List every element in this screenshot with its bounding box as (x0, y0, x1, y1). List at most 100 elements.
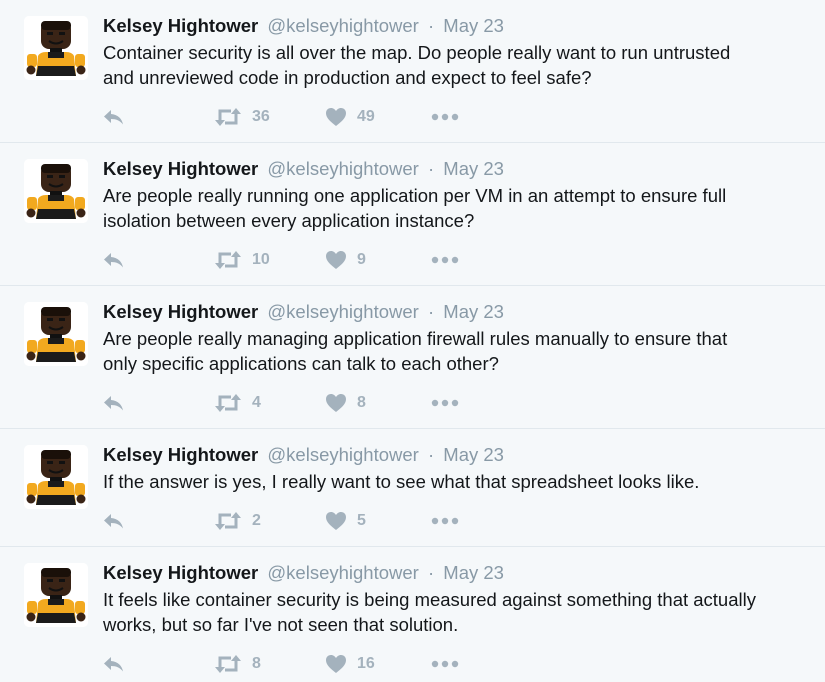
more-button[interactable] (431, 652, 459, 676)
tweet-text-line: and unreviewed code in production and ex… (103, 67, 592, 88)
tweet-content: Kelsey Hightower @kelseyhightower · May … (103, 300, 805, 376)
reply-button[interactable] (103, 248, 125, 272)
reply-button[interactable] (103, 652, 125, 676)
avatar[interactable] (24, 16, 88, 80)
tweet-username[interactable]: @kelseyhightower (267, 301, 418, 322)
reply-icon (103, 512, 125, 530)
tweet-text: Are people really managing application f… (103, 326, 805, 376)
tweet-header: Kelsey Hightower @kelseyhightower · May … (103, 443, 805, 467)
tweet-fullname[interactable]: Kelsey Hightower (103, 301, 258, 322)
like-count: 9 (357, 251, 366, 268)
separator-dot: · (427, 301, 435, 322)
tweet-username[interactable]: @kelseyhightower (267, 562, 418, 583)
tweet-text-line: isolation between every application inst… (103, 210, 475, 231)
like-count: 49 (357, 108, 375, 125)
tweet[interactable]: Kelsey Hightower @kelseyhightower · May … (0, 547, 825, 682)
tweet-text: If the answer is yes, I really want to s… (103, 469, 805, 494)
separator-dot: · (427, 158, 435, 179)
tweet-content: Kelsey Hightower @kelseyhightower · May … (103, 561, 805, 637)
tweet[interactable]: Kelsey Hightower @kelseyhightower · May … (0, 286, 825, 429)
like-button[interactable]: 5 (325, 509, 366, 533)
reply-button[interactable] (103, 391, 125, 415)
reply-icon (103, 655, 125, 673)
retweet-count: 10 (252, 251, 270, 268)
more-button[interactable] (431, 248, 459, 272)
reply-icon (103, 251, 125, 269)
tweet-fullname[interactable]: Kelsey Hightower (103, 158, 258, 179)
reply-button[interactable] (103, 105, 125, 129)
tweet-text-line: Are people really running one applicatio… (103, 185, 727, 206)
tweet-fullname[interactable]: Kelsey Hightower (103, 444, 258, 465)
retweet-count: 8 (252, 655, 261, 672)
heart-icon (325, 654, 347, 674)
retweet-button[interactable]: 2 (214, 509, 261, 533)
like-button[interactable]: 49 (325, 105, 375, 129)
retweet-icon (214, 511, 242, 531)
tweet-header: Kelsey Hightower @kelseyhightower · May … (103, 14, 805, 38)
retweet-icon (214, 250, 242, 270)
tweet-username[interactable]: @kelseyhightower (267, 15, 418, 36)
retweet-button[interactable]: 10 (214, 248, 270, 272)
retweet-icon (214, 393, 242, 413)
tweet-text: Container security is all over the map. … (103, 40, 805, 90)
heart-icon (325, 393, 347, 413)
tweet-timestamp[interactable]: May 23 (443, 301, 504, 322)
retweet-count: 4 (252, 394, 261, 411)
tweet-timestamp[interactable]: May 23 (443, 15, 504, 36)
retweet-button[interactable]: 8 (214, 652, 261, 676)
separator-dot: · (427, 15, 435, 36)
tweet-header: Kelsey Hightower @kelseyhightower · May … (103, 157, 805, 181)
more-options-icon (431, 516, 459, 526)
tweet-content: Kelsey Hightower @kelseyhightower · May … (103, 157, 805, 233)
heart-icon (325, 107, 347, 127)
more-options-icon (431, 112, 459, 122)
tweet-text-line: If the answer is yes, I really want to s… (103, 471, 700, 492)
tweet-content: Kelsey Hightower @kelseyhightower · May … (103, 14, 805, 90)
more-options-icon (431, 398, 459, 408)
avatar[interactable] (24, 159, 88, 223)
heart-icon (325, 250, 347, 270)
tweet-text-line: Are people really managing application f… (103, 328, 728, 349)
tweet-fullname[interactable]: Kelsey Hightower (103, 562, 258, 583)
retweet-count: 2 (252, 512, 261, 529)
retweet-icon (214, 654, 242, 674)
more-options-icon (431, 659, 459, 669)
tweet-text-line: Container security is all over the map. … (103, 42, 731, 63)
like-button[interactable]: 9 (325, 248, 366, 272)
heart-icon (325, 511, 347, 531)
tweet-header: Kelsey Hightower @kelseyhightower · May … (103, 300, 805, 324)
more-button[interactable] (431, 105, 459, 129)
like-button[interactable]: 8 (325, 391, 366, 415)
reply-button[interactable] (103, 509, 125, 533)
tweet-text: It feels like container security is bein… (103, 587, 805, 637)
tweet-text-line: only specific applications can talk to e… (103, 353, 499, 374)
like-count: 8 (357, 394, 366, 411)
retweet-count: 36 (252, 108, 270, 125)
tweet-username[interactable]: @kelseyhightower (267, 158, 418, 179)
tweet[interactable]: Kelsey Hightower @kelseyhightower · May … (0, 0, 825, 143)
tweet-timeline: Kelsey Hightower @kelseyhightower · May … (0, 0, 825, 682)
like-button[interactable]: 16 (325, 652, 375, 676)
tweet-username[interactable]: @kelseyhightower (267, 444, 418, 465)
tweet-timestamp[interactable]: May 23 (443, 158, 504, 179)
tweet-text-line: It feels like container security is bein… (103, 589, 756, 610)
retweet-button[interactable]: 36 (214, 105, 270, 129)
tweet-text-line: works, but so far I've not seen that sol… (103, 614, 459, 635)
tweet-timestamp[interactable]: May 23 (443, 562, 504, 583)
separator-dot: · (427, 444, 435, 465)
more-options-icon (431, 255, 459, 265)
avatar[interactable] (24, 563, 88, 627)
more-button[interactable] (431, 391, 459, 415)
tweet-content: Kelsey Hightower @kelseyhightower · May … (103, 443, 805, 494)
tweet[interactable]: Kelsey Hightower @kelseyhightower · May … (0, 143, 825, 286)
separator-dot: · (427, 562, 435, 583)
avatar[interactable] (24, 302, 88, 366)
more-button[interactable] (431, 509, 459, 533)
tweet-fullname[interactable]: Kelsey Hightower (103, 15, 258, 36)
tweet[interactable]: Kelsey Hightower @kelseyhightower · May … (0, 429, 825, 547)
tweet-timestamp[interactable]: May 23 (443, 444, 504, 465)
avatar[interactable] (24, 445, 88, 509)
tweet-text: Are people really running one applicatio… (103, 183, 805, 233)
reply-icon (103, 108, 125, 126)
retweet-button[interactable]: 4 (214, 391, 261, 415)
